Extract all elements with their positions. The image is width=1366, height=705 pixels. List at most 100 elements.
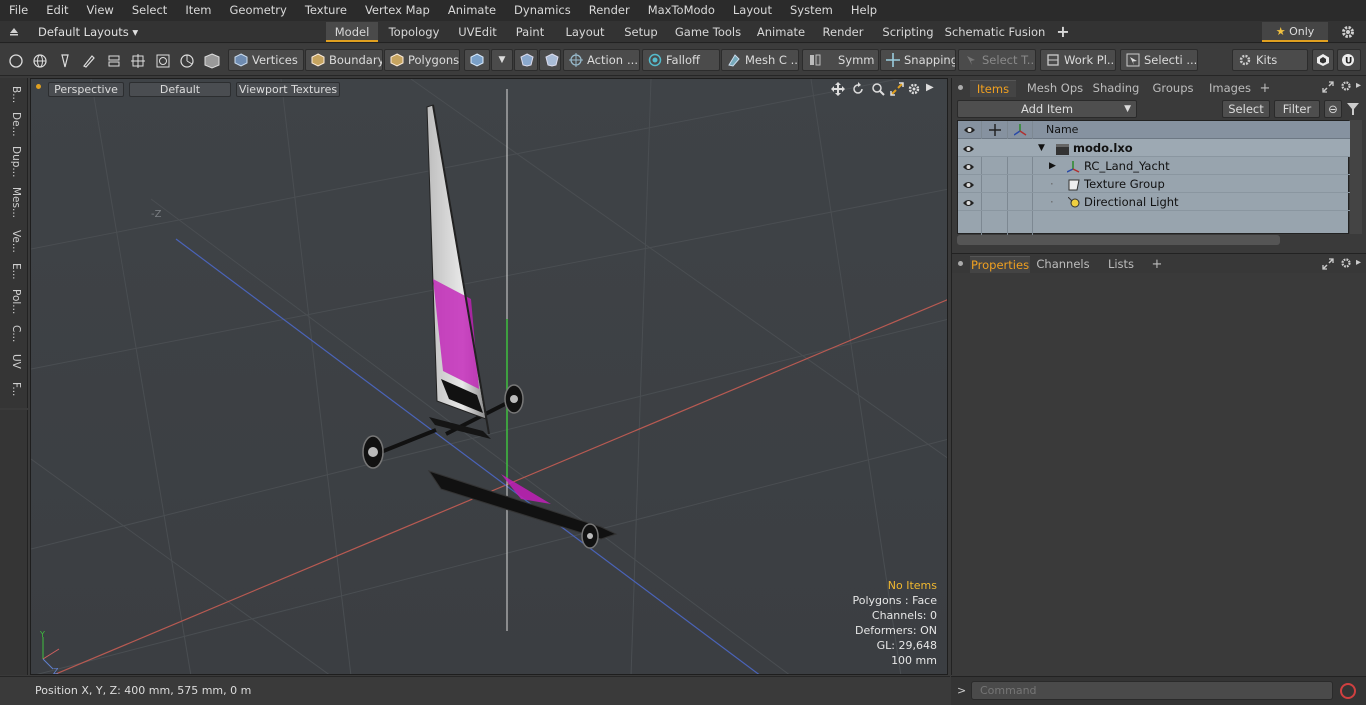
tab-items[interactable]: Items (970, 80, 1016, 97)
tab-fusion[interactable]: F... (4, 376, 22, 402)
3d-viewport[interactable]: -Z Y Z Perspective Default Viewport Text… (30, 78, 948, 675)
item-list-scrollbar[interactable] (1350, 120, 1362, 234)
viewport-textures-button[interactable]: Viewport Textures (236, 82, 340, 97)
tab-channels[interactable]: Channels (1036, 256, 1090, 273)
type-column-icon[interactable] (1013, 124, 1027, 136)
layout-selector[interactable]: Default Layouts ▾ (38, 25, 138, 39)
tab-lists[interactable]: Lists (1098, 256, 1144, 273)
tab-setup[interactable]: Setup (619, 22, 663, 42)
tab-mesh-ops[interactable]: Mesh Ops (1024, 80, 1086, 97)
menu-edit[interactable]: Edit (37, 0, 77, 21)
fit-view-icon[interactable] (890, 82, 904, 96)
add-tab-icon[interactable]: + (1052, 22, 1074, 42)
panel-expand-icon[interactable]: ▸ (1356, 257, 1361, 268)
menu-maxtomodo[interactable]: MaxToModo (639, 0, 724, 21)
viewport-scene[interactable]: -Z Y Z (31, 79, 948, 675)
tab-game-tools[interactable]: Game Tools (667, 22, 749, 42)
menu-texture[interactable]: Texture (296, 0, 356, 21)
tab-edge[interactable]: E... (4, 260, 22, 282)
select-button[interactable]: Select (1222, 100, 1270, 118)
select-back-button[interactable] (539, 49, 561, 71)
panel-expand-icon[interactable]: ▸ (1356, 80, 1361, 91)
menu-item[interactable]: Item (176, 0, 220, 21)
tab-topology[interactable]: Topology (382, 22, 446, 42)
visibility-eye-icon[interactable] (962, 196, 975, 208)
record-icon[interactable] (1339, 682, 1357, 700)
tab-model[interactable]: Model (326, 22, 378, 42)
item-mode-button[interactable] (464, 49, 490, 71)
item-row-light[interactable]: · Directional Light (958, 193, 1350, 211)
panel-settings-icon[interactable] (1340, 257, 1352, 269)
panel-dot-icon[interactable] (958, 85, 963, 90)
vertices-button[interactable]: Vertices (228, 49, 304, 71)
tab-deform[interactable]: De... (4, 110, 22, 138)
action-center-button[interactable]: Action... (563, 49, 640, 71)
tab-shading[interactable]: Shading (1090, 80, 1142, 97)
item-row-scene[interactable]: ▼ modo.lxo (958, 139, 1350, 157)
work-plane-button[interactable]: Work Pl... (1040, 49, 1116, 71)
item-list[interactable]: Name ▼ modo.lxo ▶ RC_Land_Yacht · Textur… (957, 120, 1350, 235)
zoom-view-icon[interactable] (871, 82, 885, 96)
add-item-dropdown[interactable]: Add Item ▼ (957, 100, 1137, 118)
circle-select-icon[interactable] (8, 53, 24, 69)
tab-polygon[interactable]: Pol... (4, 286, 22, 318)
tab-uv[interactable]: UV (4, 350, 22, 372)
cube-icon[interactable] (203, 52, 221, 70)
visibility-eye-icon[interactable] (962, 142, 975, 154)
mode-dropdown[interactable]: ▼ (491, 49, 513, 71)
menu-file[interactable]: File (0, 0, 37, 21)
tab-schematic-fusion[interactable]: Schematic Fusion (943, 22, 1047, 42)
layout-expand-icon[interactable] (8, 25, 20, 37)
pen-icon[interactable] (57, 53, 73, 69)
symmetry-button[interactable]: Symm ... (802, 49, 879, 71)
lock-column-icon[interactable] (989, 124, 1002, 136)
tab-mesh-edit[interactable]: Mes... (4, 184, 22, 222)
name-column-header[interactable]: Name (1046, 121, 1078, 139)
pie-icon[interactable] (179, 53, 195, 69)
funnel-icon[interactable] (1346, 102, 1360, 116)
boundary-button[interactable]: Boundary (305, 49, 383, 71)
panel-settings-icon[interactable] (1340, 80, 1352, 92)
visibility-eye-icon[interactable] (962, 160, 975, 172)
add-panel-tab-icon[interactable]: + (1258, 80, 1272, 97)
menu-vertex-map[interactable]: Vertex Map (356, 0, 439, 21)
visibility-column-icon[interactable] (963, 124, 976, 136)
item-list-hscrollbar[interactable] (957, 235, 1280, 245)
center-icon[interactable] (130, 53, 146, 69)
menu-render[interactable]: Render (580, 0, 639, 21)
panel-dot-icon[interactable] (958, 261, 963, 266)
tab-duplicate[interactable]: Dup... (4, 144, 22, 180)
globe-icon[interactable] (32, 53, 48, 69)
menu-dynamics[interactable]: Dynamics (505, 0, 580, 21)
kits-button[interactable]: Kits (1232, 49, 1308, 71)
snapping-button[interactable]: Snapping (880, 49, 956, 71)
frame-icon[interactable] (155, 53, 171, 69)
filter-button[interactable]: Filter (1274, 100, 1320, 118)
visibility-eye-icon[interactable] (962, 178, 975, 190)
menu-view[interactable]: View (78, 0, 123, 21)
move-view-icon[interactable] (831, 82, 845, 96)
collapse-button[interactable]: ⊖ (1324, 100, 1342, 118)
item-row-mesh[interactable]: ▶ RC_Land_Yacht (958, 157, 1350, 175)
command-input[interactable] (971, 681, 1333, 700)
tab-basic[interactable]: B... (4, 84, 22, 106)
tab-vertex[interactable]: Ve... (4, 226, 22, 256)
tab-uvedit[interactable]: UVEdit (450, 22, 505, 42)
panel-maximize-icon[interactable] (1322, 81, 1334, 93)
mesh-constraint-button[interactable]: Mesh C ... (721, 49, 799, 71)
tab-scripting[interactable]: Scripting (877, 22, 939, 42)
panel-maximize-icon[interactable] (1322, 258, 1334, 270)
menu-select[interactable]: Select (123, 0, 176, 21)
unreal-button[interactable]: U (1337, 49, 1361, 71)
tab-animate[interactable]: Animate (753, 22, 809, 42)
align-icon[interactable] (106, 53, 122, 69)
menu-geometry[interactable]: Geometry (221, 0, 296, 21)
gear-icon[interactable] (1341, 25, 1355, 39)
tab-curve[interactable]: C... (4, 322, 22, 346)
falloff-button[interactable]: Falloff (642, 49, 720, 71)
rotate-view-icon[interactable] (851, 82, 865, 96)
menu-animate[interactable]: Animate (439, 0, 505, 21)
viewport-expand-icon[interactable]: ▶ (926, 82, 936, 96)
add-panel-tab-icon[interactable]: + (1150, 256, 1164, 273)
viewport-dot-icon[interactable] (36, 84, 41, 89)
